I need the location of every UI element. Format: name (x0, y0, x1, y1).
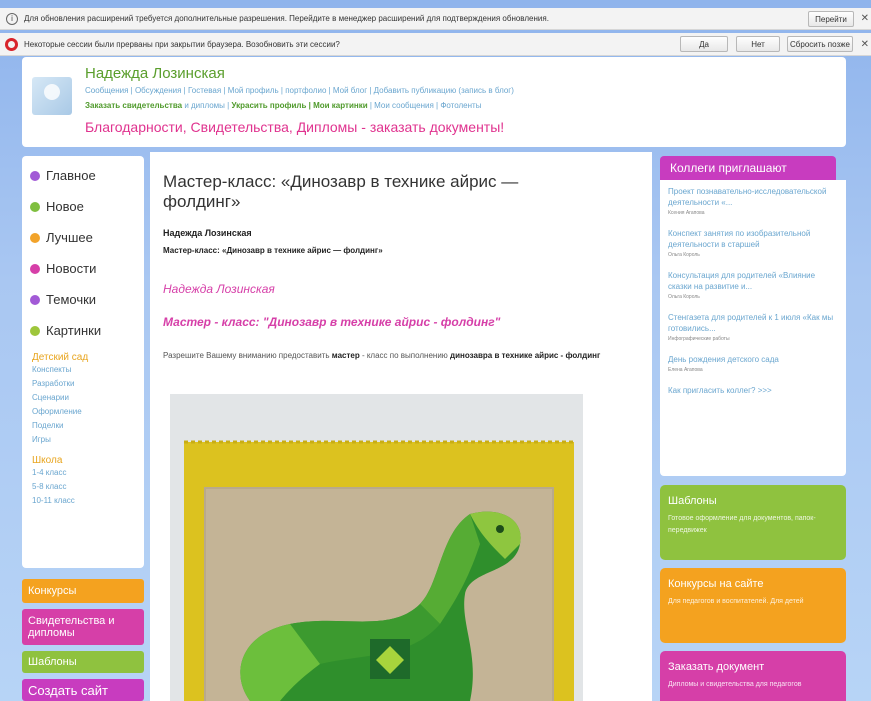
extensions-notice-bar: i Для обновления расширений требуется до… (0, 8, 871, 30)
dinosaur-craft-illustration (170, 394, 583, 701)
colleagues-invite-list: Проект познавательно-исследовательской д… (660, 180, 846, 476)
nav-item-pictures[interactable]: Картинки (22, 315, 144, 346)
bullet-dot (30, 170, 40, 181)
list-item[interactable]: Как пригласить коллег? >>> (668, 385, 838, 396)
bullet-dot (30, 201, 40, 212)
list-item-author: Ольга Король (668, 294, 700, 300)
article-subtitle: Мастер-класс: «Динозавр в технике айрис … (163, 246, 383, 255)
user-name[interactable]: Надежда Лозинская (85, 65, 225, 82)
templates-button[interactable]: Шаблоны (22, 651, 144, 673)
intro-bold: динозавра в технике айрис - фолдинг (450, 351, 601, 360)
opera-logo-icon (5, 37, 18, 51)
list-item-author: Ксения Агапова (668, 210, 705, 216)
bullet-dot (30, 263, 40, 274)
nav-item-label: Картинки (46, 323, 102, 338)
article-content: Мастер-класс: «Динозавр в технике айрис … (150, 152, 652, 701)
list-item-author: Инфографические работы (668, 336, 730, 342)
remind-later-button[interactable]: Сбросить позже (787, 36, 853, 52)
list-item-author: Ольга Король (668, 252, 700, 258)
promo-card-desc: Дипломы и свидетельства для педагогов (668, 681, 802, 688)
documents-promo-link[interactable]: Благодарности, Свидетельства, Дипломы - … (85, 119, 504, 135)
site-contests-promo-card[interactable]: Конкурсы на сайте Для педагогов и воспит… (660, 568, 846, 643)
list-item[interactable]: Проект познавательно-исследовательской д… (668, 186, 838, 216)
promo-card-title: Шаблоны (668, 495, 717, 507)
section-link[interactable]: Оформление (32, 405, 144, 419)
article-intro: Разрешите Вашему вниманию предоставить м… (163, 348, 623, 364)
promo-card-desc: Готовое оформление для документов, папок… (668, 515, 816, 534)
dinosaur-craft-photo (170, 394, 583, 701)
info-icon: i (6, 12, 18, 25)
order-certificates-link[interactable]: Заказать свидетельства (85, 101, 182, 110)
intro-text: Разрешите Вашему вниманию предоставить (163, 351, 332, 360)
nav-item-label: Новое (46, 199, 84, 214)
section-link[interactable]: 5-8 класс (32, 480, 144, 494)
promo-card-title: Заказать документ (668, 661, 765, 673)
list-item-link[interactable]: День рождения детского сада (668, 354, 838, 365)
yes-button[interactable]: Да (680, 36, 728, 52)
list-item[interactable]: День рождения детского сада Елена Агапова (668, 354, 838, 373)
list-item-link[interactable]: Стенгазета для родителей к 1 июля «Как м… (668, 312, 838, 334)
nav-item-label: Лучшее (46, 230, 93, 245)
left-sidebar: Главное Новое Лучшее Новости Темочки Кар… (22, 156, 144, 568)
masterclass-heading: Мастер - класс: "Динозавр в технике айри… (163, 315, 501, 329)
bullet-dot (30, 294, 40, 305)
session-restore-bar: Некоторые сессии были прерваны при закры… (0, 33, 871, 56)
contests-button[interactable]: Конкурсы (22, 579, 144, 603)
bullet-dot (30, 325, 40, 336)
profile-links[interactable]: Сообщения | Обсуждения | Гостевая | Мой … (85, 86, 514, 95)
nav-item-new[interactable]: Новое (22, 191, 144, 222)
nav-item-label: Темочки (46, 292, 97, 307)
session-restore-text: Некоторые сессии были прерваны при закры… (24, 39, 340, 49)
section-link[interactable]: Игры (32, 433, 144, 447)
nav-item-news[interactable]: Новости (22, 253, 144, 284)
nav-item-label: Главное (46, 168, 96, 183)
diplomas-link[interactable]: и дипломы | (182, 101, 231, 110)
bullet-dot (30, 232, 40, 243)
article-author[interactable]: Надежда Лозинская (163, 228, 252, 238)
list-item-link[interactable]: Конспект занятия по изобразительной деят… (668, 228, 838, 250)
invite-colleagues-link[interactable]: Как пригласить коллег? >>> (668, 385, 838, 396)
order-document-promo-card[interactable]: Заказать документ Дипломы и свидетельств… (660, 651, 846, 701)
avatar[interactable] (32, 77, 72, 115)
author-heading: Надежда Лозинская (163, 282, 275, 296)
promo-card-desc: Для педагогов и воспитателей. Для детей (668, 598, 804, 605)
nav-item-label: Новости (46, 261, 97, 276)
close-icon[interactable]: ✕ (861, 13, 869, 24)
colleagues-invite-heading: Коллеги приглашают (660, 156, 836, 180)
no-button[interactable]: Нет (736, 36, 780, 52)
create-site-button[interactable]: Создать сайт (22, 679, 144, 701)
extensions-notice-text: Для обновления расширений требуется допо… (24, 14, 549, 23)
nav-item-main[interactable]: Главное (22, 160, 144, 191)
profile-header: Надежда Лозинская Сообщения | Обсуждения… (22, 57, 846, 147)
list-item[interactable]: Конспект занятия по изобразительной деят… (668, 228, 838, 258)
go-to-extensions-button[interactable]: Перейти (808, 11, 854, 27)
list-item-link[interactable]: Консультация для родителей «Влияние сказ… (668, 270, 838, 292)
promo-card-title: Конкурсы на сайте (668, 578, 764, 590)
decorate-profile-link[interactable]: Украсить профиль | Мои картинки (231, 101, 367, 110)
list-item-link[interactable]: Проект познавательно-исследовательской д… (668, 186, 838, 208)
section-link[interactable]: Разработки (32, 377, 144, 391)
section-link[interactable]: Сценарии (32, 391, 144, 405)
list-item[interactable]: Консультация для родителей «Влияние сказ… (668, 270, 838, 300)
close-icon[interactable]: ✕ (861, 39, 869, 50)
page-title: Мастер-класс: «Динозавр в технике айрис … (163, 172, 519, 211)
certificates-button[interactable]: Свидетельства и дипломы (22, 609, 144, 645)
my-messages-link[interactable]: | Мои сообщения | Фотоленты (368, 101, 482, 110)
list-item-author: Елена Агапова (668, 367, 703, 373)
section-link[interactable]: 1-4 класс (32, 466, 144, 480)
intro-bold: мастер (331, 351, 360, 360)
section-title-school[interactable]: Школа (32, 455, 144, 466)
profile-links-secondary[interactable]: Заказать свидетельства и дипломы | Украс… (85, 101, 481, 110)
section-link[interactable]: Конспекты (32, 363, 144, 377)
section-title-kindergarten[interactable]: Детский сад (32, 352, 144, 363)
intro-text: - класс по выполнению (359, 351, 451, 360)
section-link[interactable]: 10-11 класс (32, 494, 144, 508)
templates-promo-card[interactable]: Шаблоны Готовое оформление для документо… (660, 485, 846, 560)
nav-item-best[interactable]: Лучшее (22, 222, 144, 253)
list-item[interactable]: Стенгазета для родителей к 1 июля «Как м… (668, 312, 838, 342)
nav-item-topics[interactable]: Темочки (22, 284, 144, 315)
section-link[interactable]: Поделки (32, 419, 144, 433)
